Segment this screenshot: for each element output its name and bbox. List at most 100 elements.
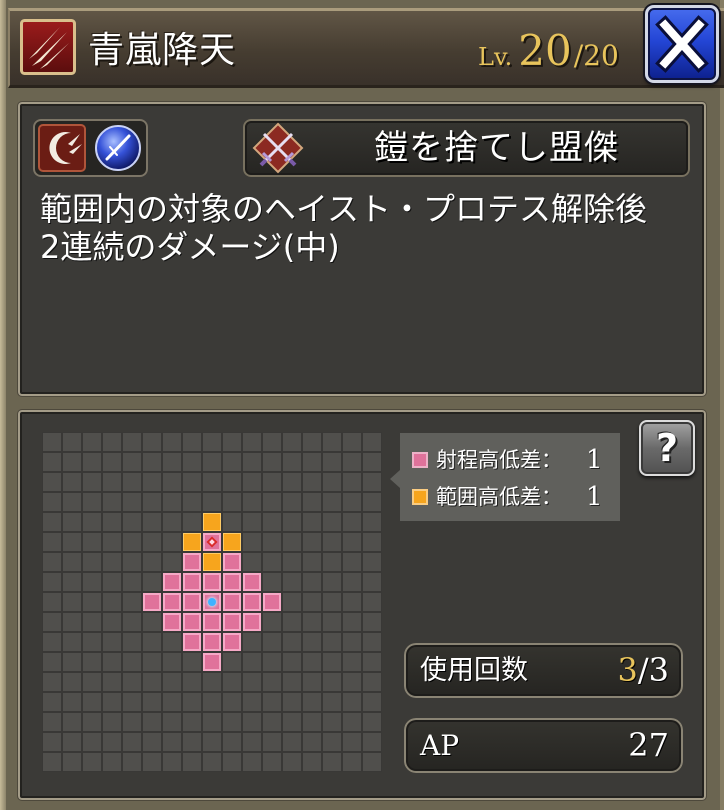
map-tile — [143, 453, 161, 471]
help-button[interactable]: ? — [639, 420, 695, 476]
map-tile — [323, 493, 341, 511]
area-swatch-icon — [412, 489, 428, 505]
map-tile — [303, 753, 321, 771]
map-tile — [263, 693, 281, 711]
map-tile — [143, 433, 161, 451]
map-tile — [123, 573, 141, 591]
map-tile — [83, 533, 101, 551]
legend-label: 範囲高低差： — [436, 485, 562, 509]
map-tile — [303, 453, 321, 471]
map-tile — [103, 633, 121, 651]
map-tile — [203, 753, 221, 771]
map-tile — [283, 613, 301, 631]
range-tile — [223, 573, 241, 591]
map-tile — [43, 573, 61, 591]
map-tile — [323, 713, 341, 731]
map-tile — [63, 493, 81, 511]
map-tile — [243, 533, 261, 551]
map-tile — [223, 513, 241, 531]
map-tile — [63, 653, 81, 671]
map-tile — [63, 553, 81, 571]
map-tile — [143, 613, 161, 631]
map-tile — [303, 673, 321, 691]
map-tile — [263, 433, 281, 451]
map-tile — [123, 653, 141, 671]
map-tile — [283, 533, 301, 551]
map-tile — [83, 553, 101, 571]
ap-value: 27 — [628, 726, 669, 764]
map-tile — [43, 473, 61, 491]
map-tile — [243, 433, 261, 451]
map-tile — [343, 693, 361, 711]
map-tile — [363, 713, 381, 731]
range-tile — [203, 653, 221, 671]
map-tile — [123, 673, 141, 691]
map-tile — [43, 553, 61, 571]
range-tile — [223, 633, 241, 651]
map-tile — [263, 533, 281, 551]
map-tile — [43, 673, 61, 691]
map-tile — [363, 473, 381, 491]
map-tile — [323, 633, 341, 651]
map-tile — [223, 653, 241, 671]
map-tile — [123, 553, 141, 571]
map-tile — [363, 433, 381, 451]
map-tile — [343, 453, 361, 471]
map-tile — [223, 453, 241, 471]
map-tile — [143, 733, 161, 751]
range-map — [42, 432, 382, 772]
map-tile — [223, 713, 241, 731]
map-tile — [43, 713, 61, 731]
legend-row-range: 射程高低差： 1 — [400, 442, 620, 478]
target-tile — [203, 533, 221, 551]
map-tile — [43, 613, 61, 631]
uses-current: 3 — [617, 651, 638, 689]
map-tile — [363, 453, 381, 471]
map-tile — [83, 733, 101, 751]
map-tile — [343, 473, 361, 491]
map-tile — [203, 673, 221, 691]
map-tile — [343, 533, 361, 551]
map-tile — [303, 573, 321, 591]
map-tile — [203, 733, 221, 751]
map-tile — [43, 633, 61, 651]
map-tile — [183, 493, 201, 511]
frame-edge-right — [720, 0, 724, 810]
map-tile — [183, 513, 201, 531]
map-tile — [303, 473, 321, 491]
range-swatch-icon — [412, 452, 428, 468]
map-tile — [63, 673, 81, 691]
map-tile — [103, 653, 121, 671]
map-tile — [163, 733, 181, 751]
map-tile — [163, 513, 181, 531]
legend-value: 1 — [586, 482, 603, 512]
map-tile — [223, 473, 241, 491]
map-tile — [163, 673, 181, 691]
map-tile — [163, 533, 181, 551]
map-tile — [263, 493, 281, 511]
map-tile — [123, 493, 141, 511]
map-tile — [323, 533, 341, 551]
map-tile — [123, 753, 141, 771]
height-legend: 射程高低差： 1 範囲高低差： 1 — [390, 433, 620, 521]
range-tile — [223, 593, 241, 611]
map-tile — [243, 673, 261, 691]
map-tile — [323, 573, 341, 591]
map-tile — [143, 753, 161, 771]
map-tile — [63, 633, 81, 651]
map-tile — [203, 693, 221, 711]
map-tile — [83, 753, 101, 771]
skill-source-bar: 鎧を捨てし盟傑 — [243, 119, 690, 177]
map-tile — [343, 553, 361, 571]
description-line: 範囲内の対象のヘイスト・プロテス解除後 — [40, 190, 648, 228]
map-tile — [343, 433, 361, 451]
range-tile — [143, 593, 161, 611]
map-tile — [163, 493, 181, 511]
map-tile — [103, 453, 121, 471]
map-tile — [363, 533, 381, 551]
map-tile — [363, 593, 381, 611]
range-tile — [183, 593, 201, 611]
map-tile — [83, 513, 101, 531]
close-button[interactable] — [645, 5, 719, 83]
map-tile — [303, 613, 321, 631]
